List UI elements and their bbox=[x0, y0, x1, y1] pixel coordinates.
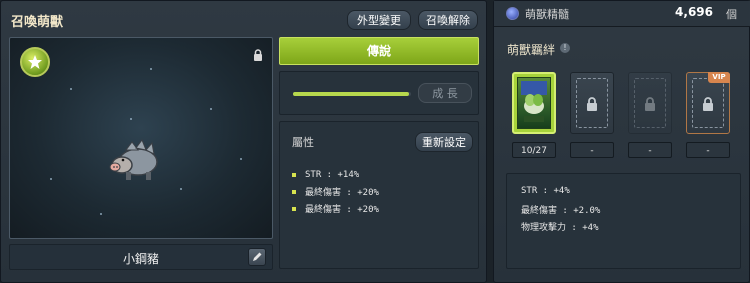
list-item: 最終傷害 : +20% bbox=[292, 200, 379, 217]
attributes-section: 屬性 重新設定 STR : +14% 最終傷害 : +20% 最終傷害 : +2… bbox=[279, 121, 479, 269]
essence-row: 萌獸精髓 4,696 個 bbox=[494, 1, 750, 27]
vip-badge: VIP bbox=[708, 72, 730, 83]
attributes-title: 屬性 bbox=[292, 136, 314, 149]
slot-label: - bbox=[570, 142, 614, 158]
bond-slot-2[interactable] bbox=[570, 72, 614, 134]
attribute-text: 最終傷害 : +20% bbox=[305, 188, 379, 198]
grade-label: 傳說 bbox=[279, 37, 479, 65]
bond-slot-1[interactable] bbox=[512, 72, 556, 134]
panel-title: 召喚萌獸 bbox=[11, 15, 64, 30]
lock-icon[interactable] bbox=[253, 46, 263, 65]
list-item: STR : +14% bbox=[292, 166, 379, 183]
summon-release-button[interactable]: 召喚解除 bbox=[418, 10, 478, 30]
growth-progress-bar bbox=[293, 92, 411, 96]
pet-window: 召喚萌獸 外型變更 召喚解除 小鋼豬 傳說 成 長 屬性 重新設定 STR: … bbox=[0, 0, 750, 283]
attribute-text: STR : +14% bbox=[305, 169, 360, 180]
pet-name-field: 小鋼豬 bbox=[9, 244, 273, 270]
essence-gem-icon bbox=[506, 7, 519, 20]
slot-label: 10/27 bbox=[512, 142, 556, 158]
list-item: 物理攻擊力 : +4% bbox=[521, 223, 599, 233]
attributes-list: STR : +14% 最終傷害 : +20% 最終傷害 : +20% bbox=[292, 166, 379, 217]
growth-section: 成 長 bbox=[279, 71, 479, 115]
essence-unit: 個 bbox=[726, 8, 737, 21]
reset-attributes-button[interactable]: 重新設定 bbox=[415, 132, 473, 152]
lock-icon bbox=[703, 97, 713, 111]
bond-panel: 萌獸精髓 4,696 個 萌獸羈絆 ! VIP 10/27 - - - STR … bbox=[493, 0, 750, 283]
star-badge-icon bbox=[20, 47, 50, 77]
list-item: STR : +4% bbox=[521, 186, 570, 196]
pet-name: 小鋼豬 bbox=[122, 252, 159, 266]
slot-label: - bbox=[628, 142, 672, 158]
slot-label: - bbox=[686, 142, 730, 158]
pet-sprite bbox=[108, 138, 164, 186]
essence-label: 萌獸精髓 bbox=[525, 8, 569, 21]
lock-icon bbox=[645, 97, 655, 111]
list-item: 最終傷害 : +20% bbox=[292, 183, 379, 200]
bond-slot-3[interactable] bbox=[628, 72, 672, 134]
lock-icon bbox=[587, 97, 597, 111]
attribute-text: 最終傷害 : +20% bbox=[305, 205, 379, 215]
appearance-change-button[interactable]: 外型變更 bbox=[347, 10, 411, 30]
pet-card-image bbox=[517, 77, 551, 129]
bond-title: 萌獸羈絆 bbox=[507, 43, 556, 57]
bond-stats-section: STR : +4% 最終傷害 : +2.0% 物理攻擊力 : +4% bbox=[506, 173, 741, 269]
summon-panel: 召喚萌獸 外型變更 召喚解除 小鋼豬 傳說 成 長 屬性 重新設定 STR: … bbox=[0, 0, 487, 283]
bond-slot-vip[interactable]: VIP bbox=[686, 72, 730, 134]
pet-display bbox=[9, 37, 273, 239]
list-item: 最終傷害 : +2.0% bbox=[521, 206, 601, 216]
bond-stats-list: STR : +4% 最終傷害 : +2.0% 物理攻擊力 : +4% bbox=[521, 186, 600, 237]
growth-button[interactable]: 成 長 bbox=[418, 83, 472, 103]
essence-count: 4,696 bbox=[675, 5, 713, 19]
edit-pencil-icon[interactable] bbox=[248, 248, 266, 266]
info-icon[interactable]: ! bbox=[560, 43, 570, 53]
growth-progress-fill bbox=[293, 92, 409, 96]
